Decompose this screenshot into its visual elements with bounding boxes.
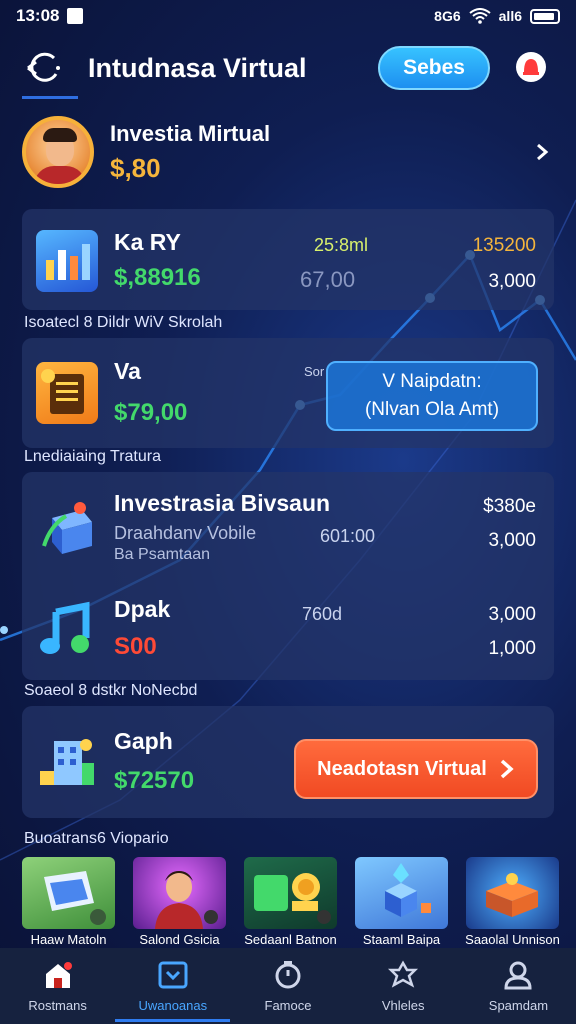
status-signal: all6 bbox=[498, 8, 522, 24]
nav-label: Uwanoanas bbox=[138, 997, 208, 1013]
nav-item-badge[interactable]: Vhleles bbox=[346, 948, 461, 1024]
tooltip-line-1: V Naipdatn: bbox=[382, 371, 482, 392]
card-amount: $,88916 bbox=[114, 264, 201, 291]
document-icon bbox=[36, 361, 98, 424]
investment-list-card: Investrasia Bivsaun Draahdanv Vobile Ba … bbox=[22, 472, 554, 680]
list-item-title: Investrasia Bivsaun bbox=[114, 490, 331, 516]
section-label: Soaeol 8 dstkr NoNecbd bbox=[24, 682, 198, 699]
thumbnail-item[interactable]: Sedaanl Batnon bbox=[244, 857, 337, 949]
card-right-top: 135200 bbox=[472, 235, 536, 256]
chevron-right-icon[interactable] bbox=[530, 140, 554, 164]
graph-title: Gaph bbox=[114, 728, 173, 754]
profile-name: Investia Mirtual bbox=[110, 120, 271, 146]
list-item-subtitle: Draahdanv Vobile bbox=[114, 523, 257, 543]
list-item-mid: 601:00 bbox=[320, 526, 376, 546]
nav-item-timer[interactable]: Famoce bbox=[230, 948, 345, 1024]
status-time: 13:08 bbox=[16, 6, 60, 25]
home-icon bbox=[45, 961, 72, 988]
music-note-icon bbox=[36, 598, 98, 660]
chevron-right-icon bbox=[500, 759, 514, 779]
nav-item-wallet[interactable]: Uwanoanas bbox=[115, 948, 231, 1024]
nav-active-indicator bbox=[115, 1019, 231, 1022]
list-item-right-bottom: 3,000 bbox=[488, 530, 536, 551]
nav-label: Vhleles bbox=[381, 997, 425, 1013]
card-amount: $79,00 bbox=[114, 399, 188, 426]
status-bar: 13:08 8G6 all6 bbox=[0, 0, 576, 32]
status-network: 8G6 bbox=[434, 8, 461, 24]
list-item-amount: S00 bbox=[114, 633, 157, 660]
card-title: Ka RY bbox=[114, 229, 181, 255]
card-mid-value: 25:8ml bbox=[314, 235, 369, 255]
list-item-right-bottom: 1,000 bbox=[488, 638, 536, 659]
bottom-nav: Rostmans Uwanoanas Famoce Vhleles Spamda… bbox=[0, 948, 576, 1024]
card-mid-bottom: 67,00 bbox=[300, 267, 356, 292]
list-item-right-top: 3,000 bbox=[488, 604, 536, 625]
list-item[interactable]: Investrasia Bivsaun Draahdanv Vobile Ba … bbox=[22, 490, 554, 564]
avatar bbox=[22, 116, 94, 188]
badge-icon bbox=[388, 959, 419, 988]
section-label: Isoatecl 8 Dildr WiV Skrolah bbox=[24, 314, 223, 331]
section-label: Buoatrans6 Viopario bbox=[24, 830, 169, 847]
tooltip-line-2: (Nlvan Ola Amt) bbox=[364, 399, 500, 420]
profile-amount: $,80 bbox=[110, 152, 161, 183]
thumbnail-label: Saaolal Unnison bbox=[465, 932, 560, 947]
nav-label: Spamdam bbox=[488, 997, 549, 1013]
app-header: Intudnasa Virtual Sebes bbox=[0, 36, 576, 100]
person-icon bbox=[133, 857, 226, 929]
diamond-icon bbox=[355, 857, 448, 929]
thumbnail-label: Sedaanl Batnon bbox=[244, 932, 337, 947]
thumbnail-strip: Haaw Matoln Salond Gsicia Sedaanl Batnon bbox=[22, 857, 560, 949]
laptop-icon bbox=[22, 857, 115, 929]
thumbnail-label: Salond Gsicia bbox=[139, 932, 220, 947]
virtual-investment-button[interactable]: Neadotasn Virtual bbox=[294, 739, 538, 799]
nav-item-home[interactable]: Rostmans bbox=[0, 948, 115, 1024]
thumbnail-item[interactable]: Salond Gsicia bbox=[133, 857, 226, 949]
thumbnail-item[interactable]: Staaml Baipa bbox=[355, 857, 448, 949]
nav-label: Famoce bbox=[264, 997, 312, 1013]
alert-icon[interactable] bbox=[508, 45, 554, 91]
profile-row[interactable]: Investia Mirtual $,80 bbox=[22, 110, 554, 194]
wifi-icon bbox=[469, 8, 491, 24]
box-icon bbox=[36, 496, 98, 558]
thumbnail-item[interactable]: Saaolal Unnison bbox=[465, 857, 560, 949]
building-chart-icon bbox=[36, 731, 98, 793]
investment-card[interactable]: Ka RY $,88916 25:8ml 67,00 135200 3,000 bbox=[22, 209, 554, 310]
back-icon[interactable] bbox=[22, 46, 66, 90]
page-title: Intudnasa Virtual bbox=[88, 52, 307, 83]
card-mid-value: Sor bbox=[304, 364, 325, 379]
thumbnail-label: Staaml Baipa bbox=[362, 932, 441, 947]
card-right-bottom: 3,000 bbox=[488, 271, 536, 292]
bar-chart-icon bbox=[36, 229, 98, 292]
thumbnail-item[interactable]: Haaw Matoln bbox=[22, 857, 115, 949]
section-label: Lnediaiaing Tratura bbox=[24, 448, 161, 465]
nav-label: Rostmans bbox=[28, 997, 87, 1013]
chest-icon bbox=[466, 857, 559, 929]
list-item-subtitle-2: Ba Psamtaan bbox=[114, 546, 211, 563]
notification-icon bbox=[67, 8, 84, 24]
graph-amount: $72570 bbox=[114, 767, 195, 794]
thumbnail-label: Haaw Matoln bbox=[30, 932, 107, 947]
user-icon bbox=[504, 961, 532, 989]
timer-icon bbox=[275, 960, 301, 988]
header-underline bbox=[22, 96, 78, 99]
virtual-tooltip[interactable]: V Naipdatn: (Nlvan Ola Amt) bbox=[326, 361, 538, 431]
list-item[interactable]: Dpak S00 bbox=[22, 596, 554, 661]
card-title: Va bbox=[114, 358, 141, 384]
cta-label: Neadotasn Virtual bbox=[317, 757, 487, 780]
coin-icon bbox=[244, 857, 337, 929]
battery-icon bbox=[530, 8, 560, 24]
list-item-title: Dpak bbox=[114, 596, 171, 622]
header-pill-button[interactable]: Sebes bbox=[378, 46, 490, 90]
list-item-right-top: $380e bbox=[483, 496, 536, 517]
wallet-icon bbox=[158, 961, 188, 988]
list-item-mid: 760d bbox=[302, 604, 343, 624]
nav-item-profile[interactable]: Spamdam bbox=[461, 948, 576, 1024]
